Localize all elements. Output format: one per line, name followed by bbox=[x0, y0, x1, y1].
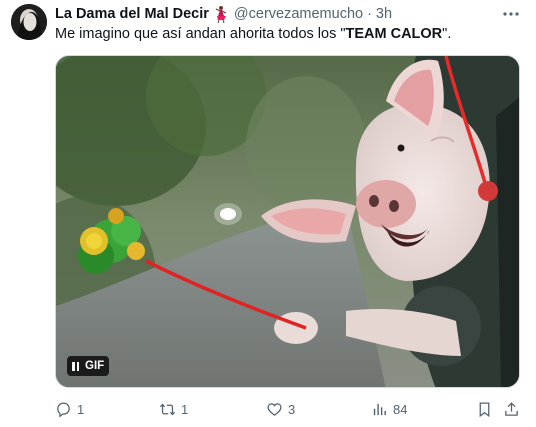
like-count: 3 bbox=[288, 401, 296, 417]
repost-count: 1 bbox=[181, 401, 189, 417]
heart-icon bbox=[267, 402, 282, 416]
more-icon[interactable] bbox=[502, 6, 520, 22]
views-icon bbox=[373, 403, 386, 415]
gif-media[interactable]: GIF bbox=[55, 55, 520, 388]
tweet-header: La Dama del Mal Decir @cervezamemucho · … bbox=[55, 4, 392, 24]
separator-dot: · bbox=[367, 6, 372, 22]
repost-button[interactable]: 1 bbox=[159, 399, 188, 419]
bookmark-icon bbox=[479, 401, 490, 417]
author-name[interactable]: La Dama del Mal Decir bbox=[55, 6, 209, 22]
tweet-text-end: ". bbox=[442, 26, 452, 42]
share-icon bbox=[505, 401, 518, 416]
reply-count: 1 bbox=[77, 401, 85, 417]
reply-icon bbox=[57, 401, 70, 418]
gif-badge[interactable]: GIF bbox=[67, 356, 110, 376]
tweet-text-start: Me imagino que así andan ahorita todos l… bbox=[55, 26, 346, 42]
tweet-text-bold: TEAM CALOR bbox=[345, 26, 443, 42]
author-handle[interactable]: @cervezamemucho bbox=[234, 6, 363, 22]
views-count: 84 bbox=[393, 401, 408, 417]
views-button[interactable]: 84 bbox=[371, 399, 407, 419]
gif-frame-image bbox=[56, 56, 519, 387]
share-button[interactable] bbox=[503, 399, 520, 419]
gif-label: GIF bbox=[85, 360, 105, 372]
bookmark-button[interactable] bbox=[476, 399, 493, 419]
tweet-text: Me imagino que así andan ahorita todos l… bbox=[55, 25, 451, 43]
timestamp[interactable]: 3h bbox=[376, 6, 392, 22]
like-button[interactable]: 3 bbox=[266, 399, 295, 419]
dancer-emoji-icon bbox=[212, 5, 230, 24]
pause-icon[interactable] bbox=[72, 361, 79, 371]
reply-button[interactable]: 1 bbox=[55, 399, 84, 419]
tweet: La Dama del Mal Decir @cervezamemucho · … bbox=[0, 0, 536, 427]
repost-icon bbox=[159, 403, 176, 415]
action-bar: 1 1 3 84 bbox=[55, 399, 525, 419]
avatar[interactable] bbox=[11, 4, 47, 40]
